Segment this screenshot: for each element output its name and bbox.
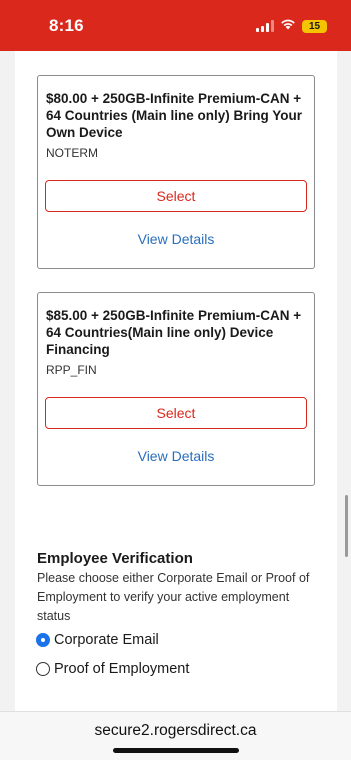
select-plan-button[interactable]: Select	[45, 180, 307, 212]
view-details-link[interactable]: View Details	[38, 448, 314, 464]
plan-code: NOTERM	[46, 146, 98, 160]
radio-corporate-email[interactable]: Corporate Email	[36, 632, 159, 648]
status-time: 8:16	[49, 16, 84, 35]
home-indicator[interactable]	[113, 748, 239, 753]
status-bar: 8:16 15	[0, 0, 351, 51]
radio-selected-icon[interactable]	[36, 633, 50, 647]
radio-label: Proof of Employment	[54, 661, 190, 677]
signal-icon	[256, 20, 274, 32]
verification-description: Please choose either Corporate Email or …	[37, 571, 310, 623]
battery-icon: 15	[302, 19, 327, 33]
plan-code: RPP_FIN	[46, 363, 97, 377]
scrollbar[interactable]	[345, 495, 348, 557]
select-plan-button[interactable]: Select	[45, 397, 307, 429]
plan-title: $80.00 + 250GB-Infinite Premium-CAN + 64…	[46, 91, 303, 140]
wifi-icon	[280, 17, 296, 35]
plan-card: $85.00 + 250GB-Infinite Premium-CAN + 64…	[37, 292, 315, 486]
plan-card: $80.00 + 250GB-Infinite Premium-CAN + 64…	[37, 75, 315, 269]
radio-label: Corporate Email	[54, 632, 159, 648]
verification-title: Employee Verification	[37, 550, 193, 567]
page-content: $80.00 + 250GB-Infinite Premium-CAN + 64…	[15, 51, 337, 711]
plan-title: $85.00 + 250GB-Infinite Premium-CAN + 64…	[46, 308, 302, 357]
radio-unselected-icon[interactable]	[36, 662, 50, 676]
url-text[interactable]: secure2.rogersdirect.ca	[0, 722, 351, 740]
browser-url-bar[interactable]: secure2.rogersdirect.ca	[0, 711, 351, 760]
view-details-link[interactable]: View Details	[38, 231, 314, 247]
status-icons: 15	[256, 17, 327, 35]
radio-proof-of-employment[interactable]: Proof of Employment	[36, 661, 189, 677]
